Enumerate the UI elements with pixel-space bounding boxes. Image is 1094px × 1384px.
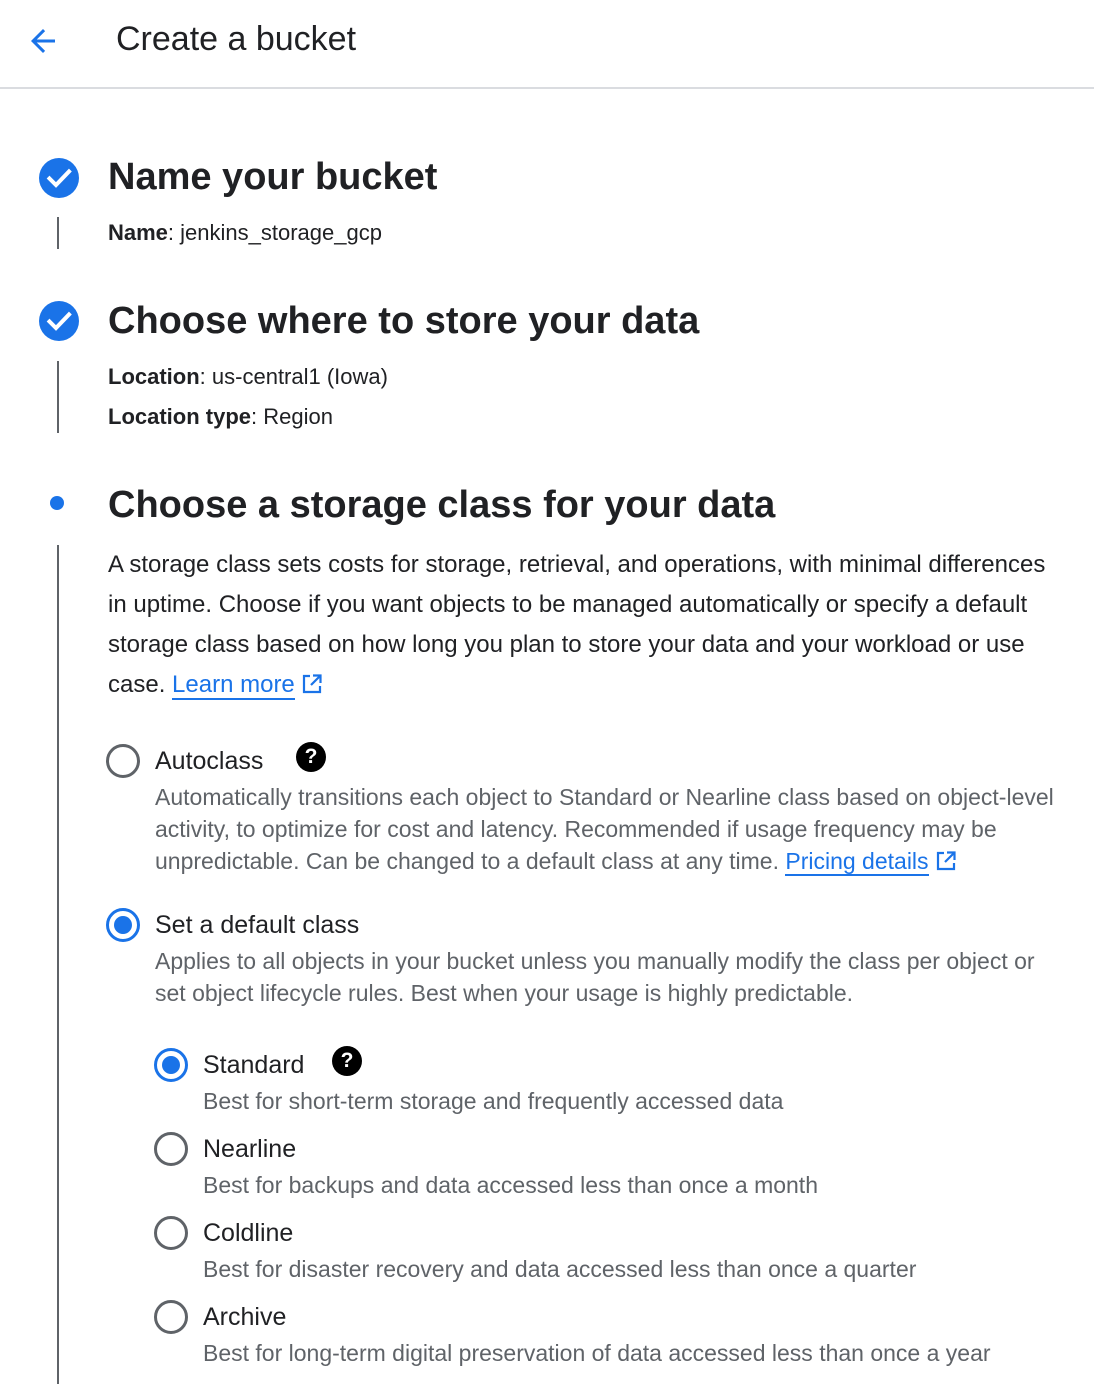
check-circle-icon [39,301,79,341]
arrow-back-icon [31,29,55,53]
archive-radio[interactable] [154,1300,188,1334]
standard-radio[interactable] [154,1048,188,1082]
storage-class-description: A storage class sets costs for storage, … [108,545,1068,705]
pricing-details-label: Pricing details [785,848,929,874]
bucket-name-summary: Name: jenkins_storage_gcp [108,220,382,245]
autoclass-radio[interactable] [106,744,140,778]
field-value: us-central1 (Iowa) [211,364,388,389]
step-connector [57,361,59,433]
learn-more-link[interactable]: Learn more [172,671,295,700]
field-label: Name [108,220,168,245]
nearline-radio[interactable] [154,1132,188,1166]
nearline-label[interactable]: Nearline [203,1132,296,1166]
default-class-description: Applies to all objects in your bucket un… [155,948,1035,1006]
step-title-storage-class: Choose a storage class for your data [108,484,776,526]
field-value: jenkins_storage_gcp [180,220,382,245]
open-in-new-icon [302,674,322,694]
coldline-label[interactable]: Coldline [203,1216,293,1250]
autoclass-description: Automatically transitions each object to… [155,781,1070,877]
check-circle-icon [39,158,79,198]
standard-label[interactable]: Standard [203,1048,304,1082]
pricing-details-link[interactable]: Pricing details [785,848,929,876]
learn-more-label: Learn more [172,671,295,698]
step-connector [57,545,59,1384]
help-icon[interactable]: ? [332,1046,362,1076]
default-class-label[interactable]: Set a default class [155,908,359,942]
nearline-description: Best for backups and data accessed less … [203,1172,818,1198]
field-label: Location [108,364,200,389]
page-title: Create a bucket [116,20,357,58]
coldline-radio[interactable] [154,1216,188,1250]
default-class-radio[interactable] [106,908,140,942]
location-type-summary: Location type: Region [108,404,333,429]
coldline-description: Best for disaster recovery and data acce… [203,1256,917,1282]
top-app-bar: Create a bucket [0,0,1094,89]
open-in-new-icon [936,851,956,871]
step-connector [57,217,59,249]
step-title-location: Choose where to store your data [108,300,700,342]
archive-label[interactable]: Archive [203,1300,286,1334]
archive-description: Best for long-term digital preservation … [203,1340,991,1366]
standard-description: Best for short-term storage and frequent… [203,1088,784,1114]
field-label: Location type [108,404,252,429]
field-value: Region [263,404,333,429]
autoclass-label[interactable]: Autoclass [155,744,263,778]
step-title-name-bucket: Name your bucket [108,156,438,198]
location-summary: Location: us-central1 (Iowa) [108,364,388,389]
back-button[interactable] [22,20,64,62]
help-icon[interactable]: ? [296,742,326,772]
active-step-indicator [50,496,64,510]
